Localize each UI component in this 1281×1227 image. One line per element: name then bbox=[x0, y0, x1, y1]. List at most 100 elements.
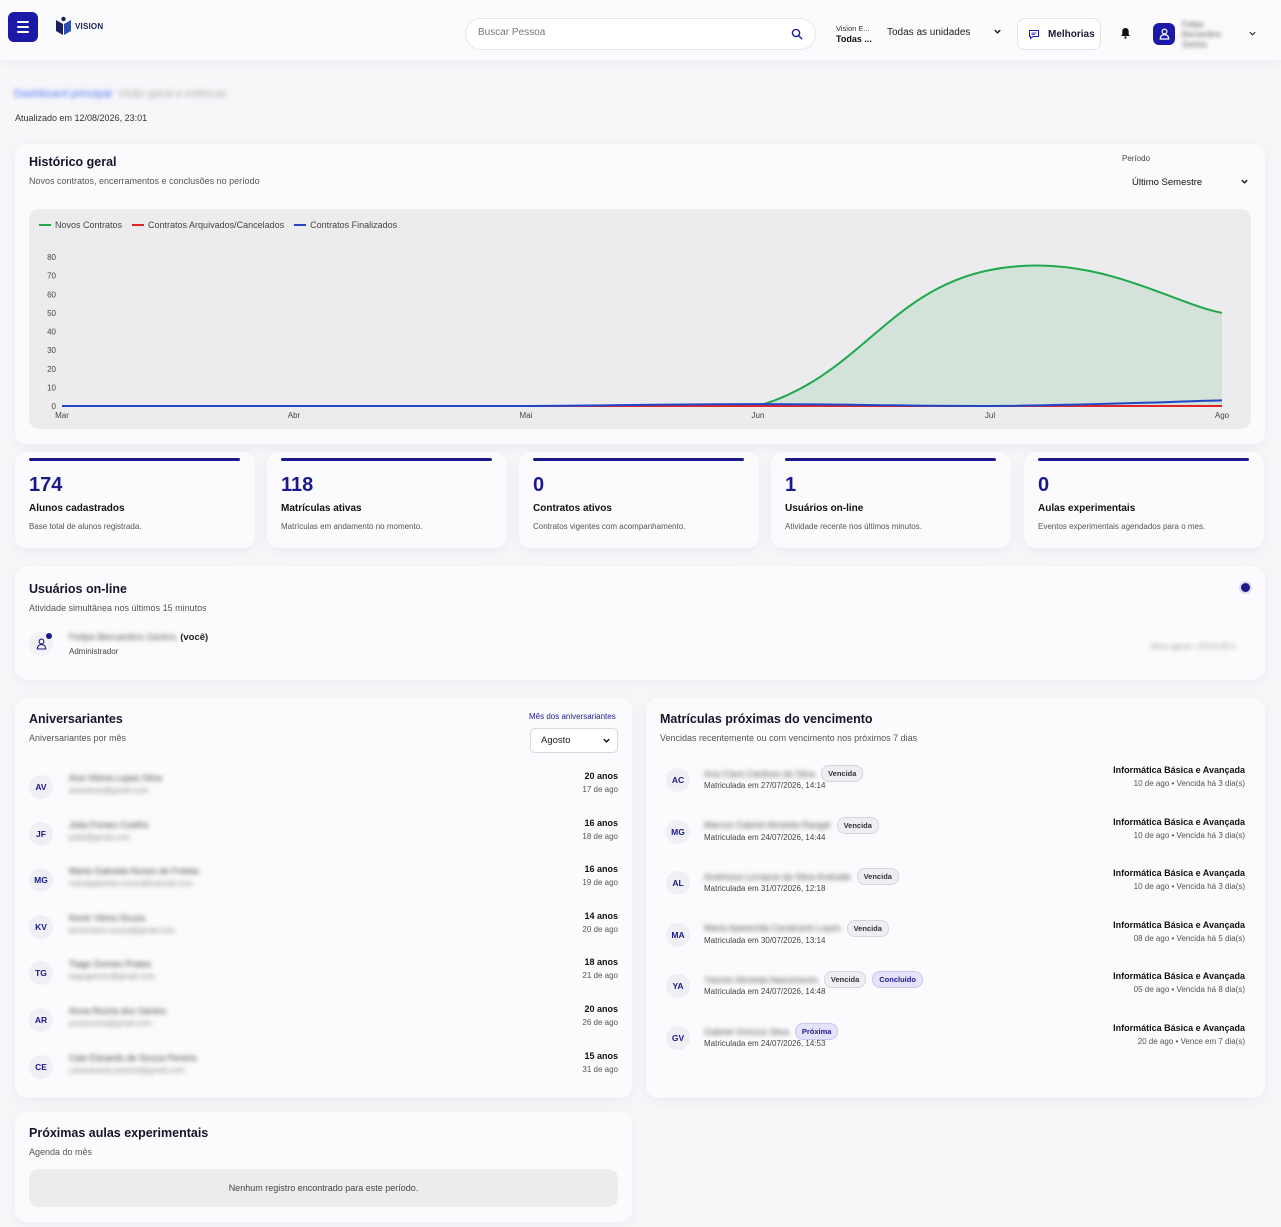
empty-state: Nenhum registro encontrado para este per… bbox=[29, 1169, 618, 1207]
list-item[interactable]: GV Gabriel Vinícius Silva Próxima Matricula… bbox=[666, 1023, 1245, 1059]
stat-description: Eventos experimentais agendados para o m… bbox=[1038, 522, 1206, 531]
user-name[interactable]: Felipe Bernardino Santos bbox=[1182, 20, 1232, 50]
stat-description: Base total de alunos registrada. bbox=[29, 522, 142, 531]
stat-accent-bar bbox=[533, 458, 744, 461]
person-age: 15 anos bbox=[584, 1050, 618, 1061]
enrollment-date: Matriculada em 31/07/2026, 12:18 bbox=[704, 884, 826, 894]
status-badge: Concluído bbox=[872, 971, 923, 989]
unit-short: Todas ... bbox=[836, 34, 872, 44]
user-avatar[interactable] bbox=[1153, 23, 1175, 45]
online-status-dot bbox=[46, 633, 52, 639]
y-tick-label: 0 bbox=[52, 402, 57, 411]
breadcrumb-rest: Visão geral e métricas bbox=[117, 88, 227, 100]
month-select-value: Agosto bbox=[541, 735, 571, 746]
improvements-button[interactable]: Melhorias bbox=[1017, 18, 1101, 50]
stat-description: Matrículas em andamento no momento. bbox=[281, 522, 423, 531]
online-indicator bbox=[1241, 583, 1250, 592]
status-badge: Vencida bbox=[856, 868, 899, 886]
legend-swatch bbox=[132, 224, 145, 226]
student-name: Andressa Lorrayne da Silva Andrade bbox=[704, 871, 851, 882]
bell-icon[interactable] bbox=[1120, 27, 1131, 39]
legend-item[interactable]: Novos Contratos bbox=[39, 220, 122, 230]
list-item[interactable]: MA Maria Aparecida Cavalcanti Lopes Vencid… bbox=[666, 919, 1245, 956]
month-select[interactable]: Agosto bbox=[530, 728, 618, 753]
logo-icon bbox=[56, 16, 71, 35]
course-name: Informática Básica e Avançada bbox=[1113, 868, 1245, 879]
list-item[interactable]: YA Yasmin Almeida Nascimento Vencida Conclu… bbox=[666, 971, 1245, 1007]
period-select[interactable]: Último Semestre bbox=[1132, 177, 1249, 188]
birthdays-title: Aniversariantes bbox=[29, 712, 123, 726]
avatar: MA bbox=[666, 922, 690, 947]
menu-button[interactable] bbox=[8, 12, 38, 42]
stat-description: Atividade recente nos últimos minutos. bbox=[785, 522, 922, 531]
person-email: kevinvieira.souza@gmail.com bbox=[69, 925, 175, 935]
person-email: caioeduardo.pereira@gmail.com bbox=[69, 1065, 185, 1075]
search-input[interactable] bbox=[478, 27, 778, 38]
history-title: Histórico geral bbox=[29, 155, 117, 169]
legend-item[interactable]: Contratos Arquivados/Cancelados bbox=[132, 220, 284, 230]
x-tick-label: Mai bbox=[520, 411, 533, 420]
enrollments-title: Matrículas próximas do vencimento bbox=[660, 712, 873, 726]
x-tick-label: Ago bbox=[1215, 411, 1230, 420]
stat-card: 0 Contratos ativos Contratos vigentes com … bbox=[519, 452, 759, 548]
online-user-row[interactable]: Felipe Bernardino Santos (você) Administr… bbox=[29, 632, 208, 656]
x-tick-label: Jul bbox=[985, 411, 995, 420]
enrollment-date: Matriculada em 24/07/2026, 14:44 bbox=[704, 832, 826, 842]
history-chart: Novos Contratos Contratos Arquivados/Canc… bbox=[29, 209, 1251, 429]
due-info: 20 de ago • Vence em 7 dia(s) bbox=[1137, 1037, 1245, 1046]
chevron-down-icon[interactable] bbox=[1248, 29, 1257, 38]
online-user-role: Administrador bbox=[69, 647, 119, 656]
unit-select[interactable]: Todas as unidades bbox=[887, 27, 1002, 38]
brand-logo[interactable]: VISION bbox=[55, 16, 103, 36]
trials-subtitle: Agenda do mês bbox=[29, 1147, 93, 1157]
course-name: Informática Básica e Avançada bbox=[1113, 765, 1245, 775]
list-item[interactable]: AL Andressa Lorrayne da Silva Andrade Venc… bbox=[666, 868, 1245, 904]
avatar: YA bbox=[666, 974, 690, 999]
user-icon bbox=[1159, 28, 1169, 40]
you-tag: (você) bbox=[180, 632, 209, 643]
current-unit[interactable]: Vision E... Todas ... bbox=[836, 23, 872, 45]
avatar: JF bbox=[29, 821, 53, 846]
online-subtitle: Atividade simultânea nos últimos 15 minu… bbox=[29, 603, 207, 613]
status-badge: Vencida bbox=[846, 919, 889, 937]
student-name: Maria Aparecida Cavalcanti Lopes bbox=[704, 923, 841, 934]
top-bar: VISION Vision E... Todas ... Todas as un… bbox=[0, 0, 1281, 60]
list-item[interactable]: JF Júlia Fontes Coelho juliaf@gmail.com 16 … bbox=[29, 818, 618, 854]
list-item[interactable]: AC Ana Clara Cardoso da Silva Vencida Matri… bbox=[666, 765, 1245, 801]
avatar: AL bbox=[666, 871, 690, 896]
status-badge: Vencida bbox=[823, 971, 867, 989]
breadcrumb-active[interactable]: Dashboard principal bbox=[14, 88, 112, 100]
stat-label: Alunos cadastrados bbox=[29, 503, 125, 514]
legend-item[interactable]: Contratos Finalizados bbox=[294, 220, 397, 230]
due-info: 05 de ago • Vencida há 8 dia(s) bbox=[1133, 985, 1245, 995]
unit-company: Vision E... bbox=[836, 24, 870, 33]
status-badge: Vencida bbox=[821, 765, 864, 782]
person-name: Júlia Fontes Coelho bbox=[69, 819, 149, 830]
x-tick-label: Mar bbox=[55, 411, 69, 420]
search-icon[interactable] bbox=[791, 28, 803, 40]
status-badge: Próxima bbox=[794, 1023, 839, 1040]
stat-label: Matrículas ativas bbox=[281, 503, 362, 514]
month-label: Mês dos aniversariantes bbox=[529, 712, 616, 721]
avatar: KV bbox=[29, 914, 53, 939]
birthday-date: 31 de ago bbox=[582, 1064, 618, 1074]
stat-accent-bar bbox=[281, 458, 492, 461]
avatar: AR bbox=[29, 1008, 53, 1032]
period-label: Período bbox=[1122, 154, 1151, 163]
birthday-date: 17 de ago bbox=[582, 785, 618, 794]
list-item[interactable]: CE Caio Eduardo de Souza Pereira caioeduar… bbox=[29, 1051, 618, 1087]
list-item[interactable]: KV Kevin Vieira Souza kevinvieira.souza@gm… bbox=[29, 911, 618, 947]
birthdays-card: Aniversariantes Aniversariantes por mês … bbox=[15, 698, 632, 1098]
list-item[interactable]: TG Tiago Gomes Prates tiagogomes@gmail.com… bbox=[29, 957, 618, 993]
list-item[interactable]: AV Ana Vitória Lopes Silva anavitoria@gmai… bbox=[29, 771, 618, 807]
stat-value: 118 bbox=[281, 474, 314, 496]
improvements-label: Melhorias bbox=[1048, 28, 1095, 40]
list-item[interactable]: MG Marcos Gabriel Almeida Rangel Vencida Ma… bbox=[666, 816, 1245, 853]
chart-legend: Novos Contratos Contratos Arquivados/Canc… bbox=[39, 220, 397, 230]
online-user-name: Felipe Bernardino Santos bbox=[69, 632, 177, 643]
period-value: Último Semestre bbox=[1132, 177, 1203, 188]
list-item[interactable]: MG Maria Gabriela Nunes de Freitas mariaga… bbox=[29, 864, 618, 900]
list-item[interactable]: AR Anna Rocha dos Santos annarocha@gmail.c… bbox=[29, 1004, 618, 1040]
avatar: AC bbox=[666, 768, 690, 792]
avatar: MG bbox=[666, 819, 690, 844]
